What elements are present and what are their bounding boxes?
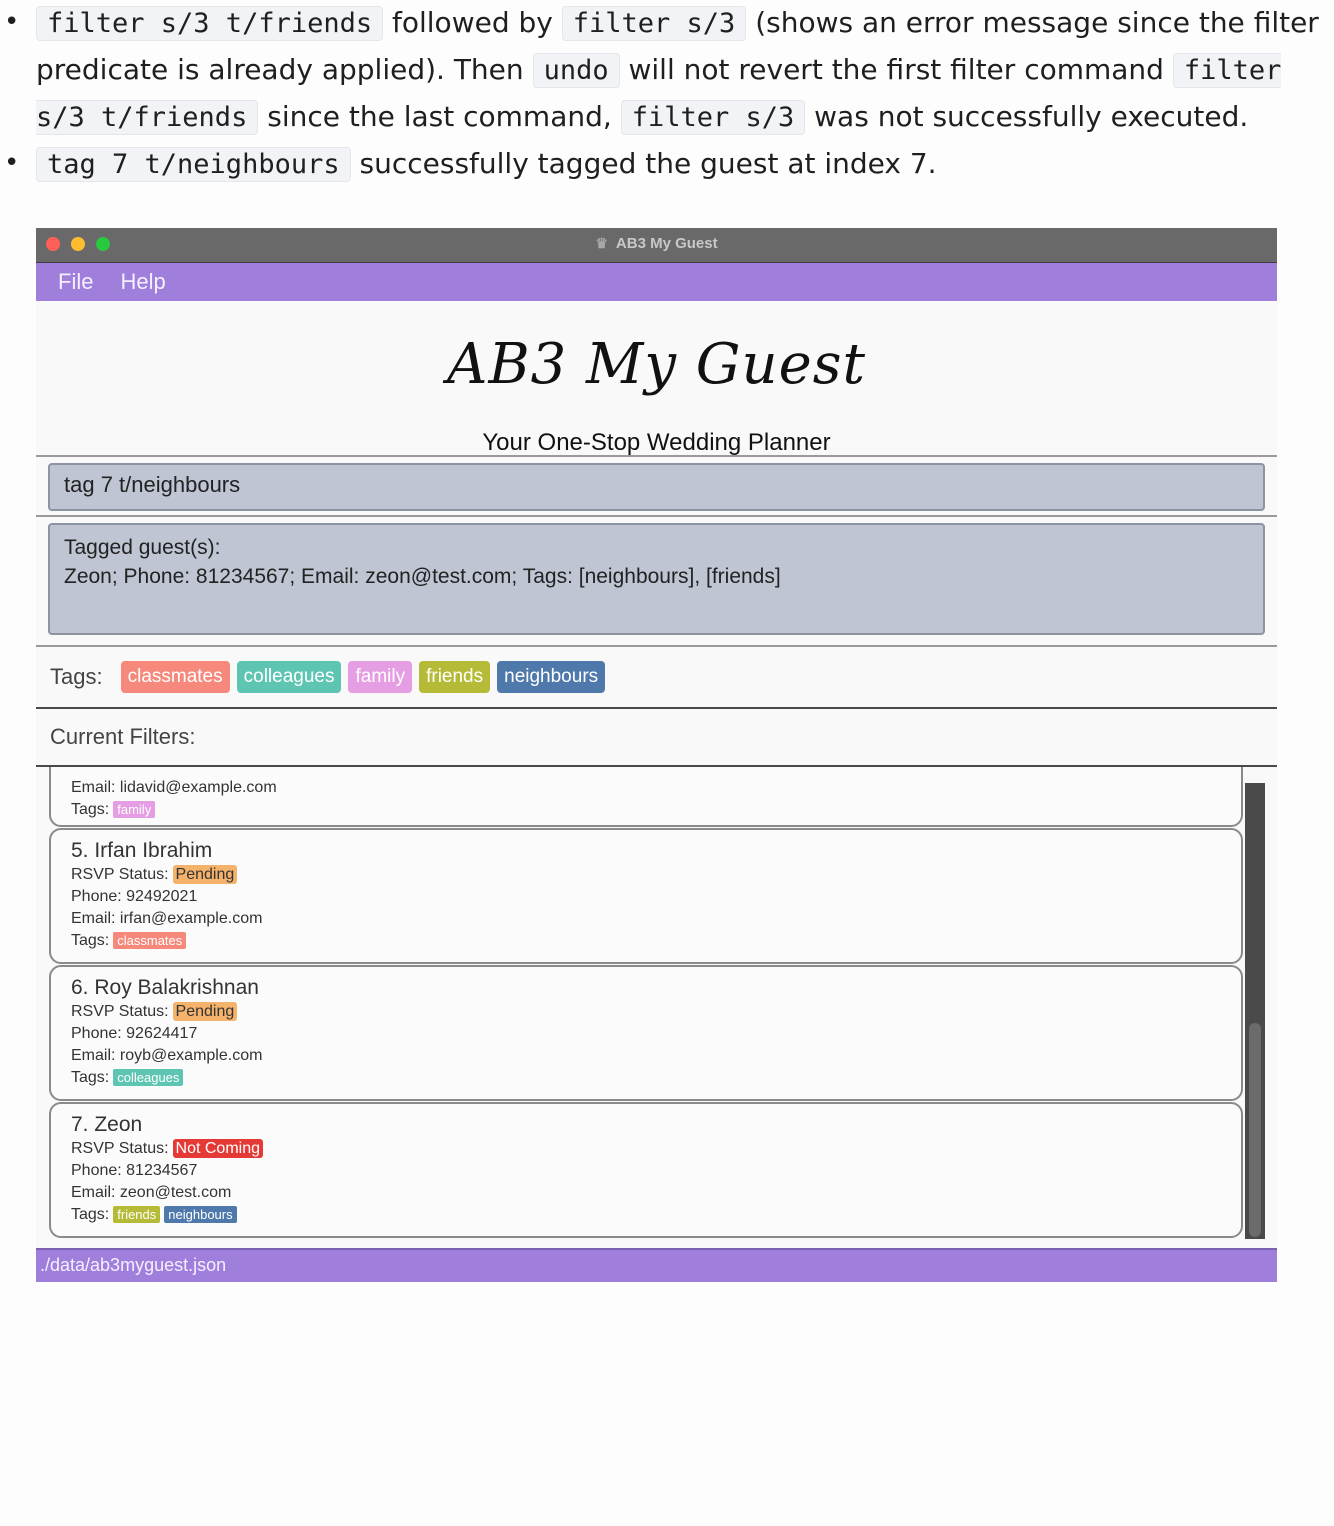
current-filters-bar: Current Filters: [36, 709, 1277, 767]
guest-phone: Phone: 81234567 [71, 1162, 198, 1179]
result-detail: Zeon; Phone: 81234567; Email: zeon@test.… [64, 565, 781, 588]
app-icon: ♛ [595, 235, 608, 251]
tags-label: Tags: [50, 664, 103, 689]
menu-bar: File Help [36, 263, 1277, 301]
title-bar[interactable]: ♛ AB3 My Guest [36, 228, 1277, 263]
rsvp-status-badge: Pending [172, 1002, 238, 1021]
rsvp-label: RSVP Status: [71, 1140, 169, 1157]
bullet-tag: • tag 7 t/neighbours successfully tagged… [0, 141, 1334, 188]
guest-phone: Phone: 92624417 [71, 1025, 198, 1042]
data-file-path: ./data/ab3myguest.json [40, 1255, 227, 1275]
rsvp-label: RSVP Status: [71, 866, 169, 883]
guest-tags-row: Tags: classmates [71, 930, 1241, 952]
result-display: Tagged guest(s): Zeon; Phone: 81234567; … [48, 523, 1265, 635]
current-filters-label: Current Filters: [50, 724, 196, 749]
guest-tags-label: Tags: [71, 1069, 110, 1086]
bullet-text: successfully tagged the guest at index 7… [350, 147, 937, 180]
code-undo: undo [532, 53, 620, 88]
code-filter-s3: filter s/3 [561, 6, 747, 41]
result-heading: Tagged guest(s): [64, 536, 221, 559]
guest-email: Email: zeon@test.com [71, 1184, 232, 1201]
tag-friends[interactable]: friends [419, 661, 491, 693]
guest-tags-row: Tags: friends neighbours [71, 1204, 1241, 1226]
window-title: ♛ AB3 My Guest [36, 228, 1277, 259]
result-area: Tagged guest(s): Zeon; Phone: 81234567; … [36, 517, 1277, 647]
bullet-text: was not successfully executed. [805, 100, 1249, 133]
guest-name: 7. Zeon [71, 1113, 143, 1136]
bullet-text: since the last command, [258, 100, 621, 133]
bullet-filter-undo: • filter s/3 t/friends followed by filte… [0, 0, 1334, 141]
guest-rsvp-row: RSVP Status: Pending [71, 1001, 1241, 1023]
app-window: ♛ AB3 My Guest File Help AB3 My Guest You… [36, 228, 1277, 1282]
menu-file[interactable]: File [58, 269, 93, 295]
guest-card[interactable]: 7. Zeon RSVP Status: Not Coming Phone: 81… [49, 1102, 1243, 1238]
rsvp-status-badge: Not Coming [172, 1139, 264, 1158]
guest-rsvp-row: RSVP Status: Pending [71, 864, 1241, 886]
tags-bar: Tags: classmates colleagues family frien… [36, 647, 1277, 709]
guest-tag-friends: friends [113, 1206, 161, 1223]
guest-tag-neighbours: neighbours [164, 1206, 237, 1223]
guest-rsvp-row: RSVP Status: Not Coming [71, 1138, 1241, 1160]
bullet-dot: • [4, 7, 20, 37]
rsvp-label: RSVP Status: [71, 1003, 169, 1020]
banner: AB3 My Guest Your One-Stop Wedding Plann… [36, 301, 1277, 457]
tag-classmates[interactable]: classmates [120, 661, 230, 693]
code-filter-friends: filter s/3 t/friends [36, 6, 384, 41]
guest-name: 6. Roy Balakrishnan [71, 976, 259, 999]
guest-tag-family: family [113, 801, 156, 818]
guest-tag-classmates: classmates [113, 932, 187, 949]
bullet-dot: • [4, 148, 20, 178]
guest-tags-row: Tags: colleagues [71, 1067, 1241, 1089]
documentation: • filter s/3 t/friends followed by filte… [0, 0, 1334, 188]
code-filter-s3: filter s/3 [620, 100, 806, 135]
list-scrollbar-thumb[interactable] [1249, 1023, 1261, 1237]
guest-card[interactable]: 6. Roy Balakrishnan RSVP Status: Pending … [49, 965, 1243, 1101]
command-box[interactable] [48, 463, 1265, 511]
app-logo: AB3 My Guest [447, 332, 866, 397]
bullet-text: followed by [383, 6, 562, 39]
guest-phone: Phone: 92492021 [71, 888, 198, 905]
guest-tag-colleagues: colleagues [113, 1069, 184, 1086]
guest-tags-label: Tags: [71, 801, 110, 818]
guest-tags-label: Tags: [71, 932, 110, 949]
guest-list[interactable]: Email: lidavid@example.com Tags: family 5… [36, 767, 1277, 1249]
guest-card[interactable]: Email: lidavid@example.com Tags: family [49, 767, 1243, 827]
code-tag-neighbours: tag 7 t/neighbours [36, 147, 351, 182]
tagline: Your One-Stop Wedding Planner [482, 429, 831, 456]
window-title-text: AB3 My Guest [615, 235, 718, 252]
command-input[interactable] [50, 465, 1231, 505]
guest-email: Email: lidavid@example.com [71, 779, 277, 796]
tag-family[interactable]: family [348, 661, 413, 693]
guest-tags-label: Tags: [71, 1206, 110, 1223]
list-scrollbar[interactable] [1245, 783, 1265, 1239]
menu-help[interactable]: Help [120, 269, 165, 295]
guest-tags-row: Tags: family [71, 799, 1241, 821]
tag-colleagues[interactable]: colleagues [236, 661, 342, 693]
bullet-text: will not revert the first filter command [619, 53, 1173, 86]
command-area [36, 457, 1277, 517]
status-bar: ./data/ab3myguest.json [36, 1248, 1277, 1282]
rsvp-status-badge: Pending [172, 865, 238, 884]
guest-card[interactable]: 5. Irfan Ibrahim RSVP Status: Pending Pho… [49, 828, 1243, 964]
guest-email: Email: royb@example.com [71, 1047, 263, 1064]
guest-email: Email: irfan@example.com [71, 910, 263, 927]
tag-neighbours[interactable]: neighbours [497, 661, 606, 693]
guest-name: 5. Irfan Ibrahim [71, 839, 213, 862]
